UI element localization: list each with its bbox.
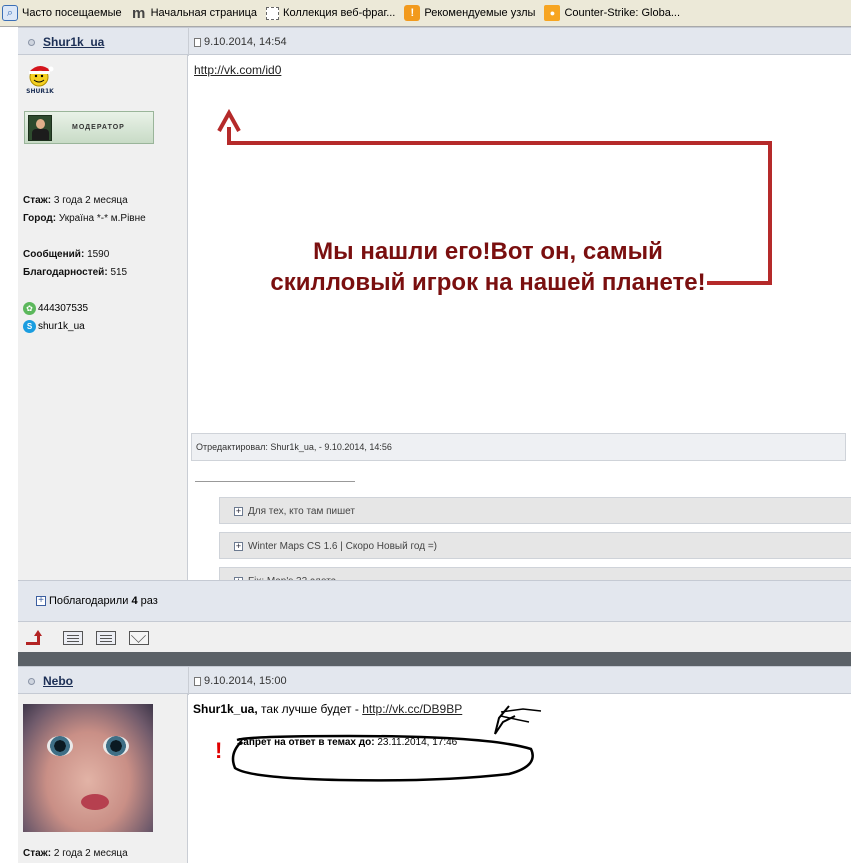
bookmark-counter-strike[interactable]: ● Counter-Strike: Globa... — [544, 5, 680, 21]
author-sidebar: SHUR1K МОДЕРАТОР Стаж: 3 года 2 месяца Г… — [18, 55, 188, 580]
spoiler-for-writers[interactable]: + Для тех, кто там пишет — [219, 497, 851, 524]
post-separator-bar — [18, 652, 851, 666]
offline-status-icon — [28, 677, 35, 685]
post-body: Shur1k_ua, так лучше будет - http://vk.c… — [189, 694, 851, 863]
user-avatar: SHUR1K — [24, 61, 56, 95]
post-image: Мы нашли его!Вот он, самый скилловый игро… — [195, 109, 781, 397]
post-author-link[interactable]: Nebo — [28, 674, 73, 688]
warning-exclamation-icon: ! — [215, 738, 223, 763]
user-experience: Стаж: 2 года 2 месяца — [23, 848, 128, 859]
edited-notice: Отредактировал: Shur1k_ua, - 9.10.2014, … — [191, 433, 846, 461]
icq-flower-icon: ✿ — [23, 302, 36, 315]
thanks-bar[interactable]: + Поблагодарили 4 раз — [18, 580, 851, 621]
post-actions-toolbar — [18, 621, 851, 652]
author-sidebar: Стаж: 2 года 2 месяца — [18, 694, 188, 863]
post-icon — [194, 37, 201, 47]
bookmark-web-slice-gallery[interactable]: Коллекция веб-фраг... — [266, 6, 395, 20]
bookmarks-bar: ⌕ Часто посещаемые m Начальная страница Ко… — [0, 0, 851, 27]
magnifier-icon: ⌕ — [2, 5, 18, 21]
private-message-icon[interactable] — [129, 631, 149, 645]
post-image-caption: Мы нашли его!Вот он, самый скилловый игро… — [270, 238, 706, 296]
santa-smiley-icon: SHUR1K — [26, 65, 54, 95]
post-icon — [194, 676, 201, 686]
spoiler-winter-maps[interactable]: + Winter Maps CS 1.6 | Скоро Новый год =) — [219, 532, 851, 559]
expand-plus-icon: + — [234, 505, 243, 516]
moderator-rank-badge: МОДЕРАТОР — [24, 111, 154, 144]
user-skype[interactable]: Sshur1k_ua — [23, 320, 85, 333]
user-experience: Стаж: 3 года 2 месяца — [23, 195, 128, 206]
profile-card-icon[interactable] — [63, 631, 83, 645]
user-posts-count: Сообщений: 1590 — [23, 249, 110, 260]
rss-icon: ● — [544, 5, 561, 21]
skype-icon: S — [23, 320, 36, 333]
ban-notice: Запрет на ответ в темах до: 23.11.2014, … — [237, 737, 458, 748]
user-thanks-count: Благодарностей: 515 — [23, 267, 128, 278]
svg-text:SHUR1K: SHUR1K — [26, 88, 54, 95]
forum-thread: Shur1k_ua 9.10.2014, 14:54 SHUR1K МОДЕРА… — [18, 27, 851, 863]
bookmark-suggested-sites[interactable]: ! Рекомендуемые узлы — [404, 5, 535, 21]
post-date: 9.10.2014, 14:54 — [194, 36, 287, 48]
scroll-up-arrow-icon[interactable] — [26, 630, 46, 645]
user-icq[interactable]: ✿ 444307535 — [23, 302, 88, 315]
suggested-sites-icon: ! — [404, 5, 421, 21]
post-header: Shur1k_ua 9.10.2014, 14:54 — [18, 27, 851, 56]
expand-plus-icon: + — [36, 596, 46, 606]
user-city: Город: Україна *-* м.Рівне — [23, 213, 146, 224]
user-avatar — [23, 704, 153, 832]
post-link[interactable]: http://vk.com/id0 — [194, 63, 281, 77]
bookmark-home-page[interactable]: m Начальная страница — [131, 4, 257, 22]
m-logo-icon: m — [131, 4, 146, 22]
quote-card-icon[interactable] — [96, 631, 116, 645]
moderator-face-icon — [28, 114, 52, 141]
signature-divider — [195, 481, 355, 482]
post-date: 9.10.2014, 15:00 — [194, 675, 287, 687]
expand-plus-icon: + — [234, 540, 243, 551]
offline-status-icon — [28, 38, 35, 46]
post-author-link[interactable]: Shur1k_ua — [28, 35, 104, 49]
post-body: http://vk.com/id0 Мы нашли его!Вот он, с… — [189, 55, 851, 594]
bookmark-most-visited[interactable]: ⌕ Часто посещаемые — [2, 5, 122, 21]
web-slice-icon — [266, 6, 280, 20]
post-header: Nebo 9.10.2014, 15:00 — [18, 666, 851, 695]
